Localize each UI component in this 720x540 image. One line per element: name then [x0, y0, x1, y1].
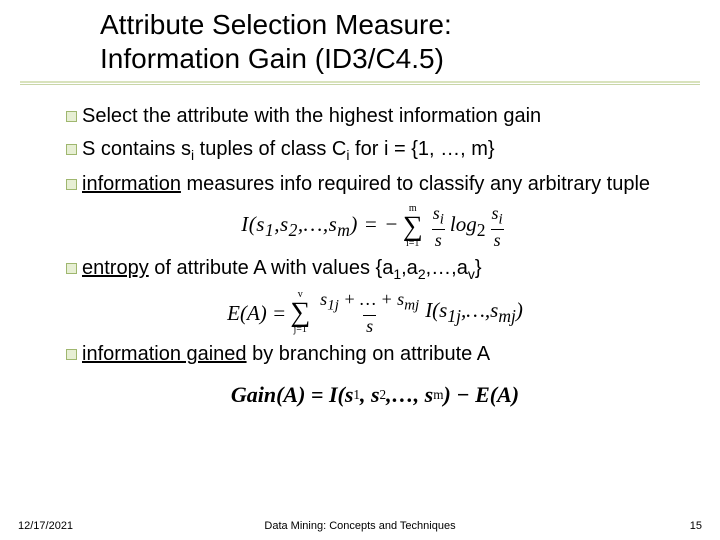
bullet-1-text: Select the attribute with the highest in…	[82, 103, 690, 130]
bullet-4-text: entropy of attribute A with values {a1,a…	[82, 255, 690, 284]
bullet-icon	[60, 255, 82, 284]
bullet-4: entropy of attribute A with values {a1,a…	[60, 255, 690, 284]
bullet-icon	[60, 341, 82, 368]
bullet-icon	[60, 136, 82, 165]
title-underline	[20, 81, 700, 85]
equation-information: I(s1,s2,…,sm) = − m∑i=1 sis log2 sis	[60, 204, 690, 249]
bullet-2: S contains si tuples of class Ci for i =…	[60, 136, 690, 165]
slide: Attribute Selection Measure: Information…	[0, 0, 720, 540]
title-block: Attribute Selection Measure: Information…	[0, 0, 720, 75]
content-area: Select the attribute with the highest in…	[0, 85, 720, 410]
bullet-icon	[60, 103, 82, 130]
bullet-3-text: information measures info required to cl…	[82, 171, 690, 198]
slide-title-line1: Attribute Selection Measure:	[100, 8, 700, 42]
footer-title: Data Mining: Concepts and Techniques	[0, 520, 720, 532]
bullet-5: information gained by branching on attri…	[60, 341, 690, 368]
equation-entropy: E(A) = v∑j=1 s1j + … + smj s I(s1j,…,smj…	[60, 290, 690, 335]
bullet-icon	[60, 171, 82, 198]
bullet-3: information measures info required to cl…	[60, 171, 690, 198]
bullet-5-text: information gained by branching on attri…	[82, 341, 690, 368]
bullet-2-text: S contains si tuples of class Ci for i =…	[82, 136, 690, 165]
bullet-1: Select the attribute with the highest in…	[60, 103, 690, 130]
equation-gain: Gain(A) = I(s1, s2,…, sm) − E(A)	[60, 380, 690, 410]
slide-title-line2: Information Gain (ID3/C4.5)	[100, 42, 700, 76]
footer: 12/17/2021 Data Mining: Concepts and Tec…	[0, 520, 720, 532]
